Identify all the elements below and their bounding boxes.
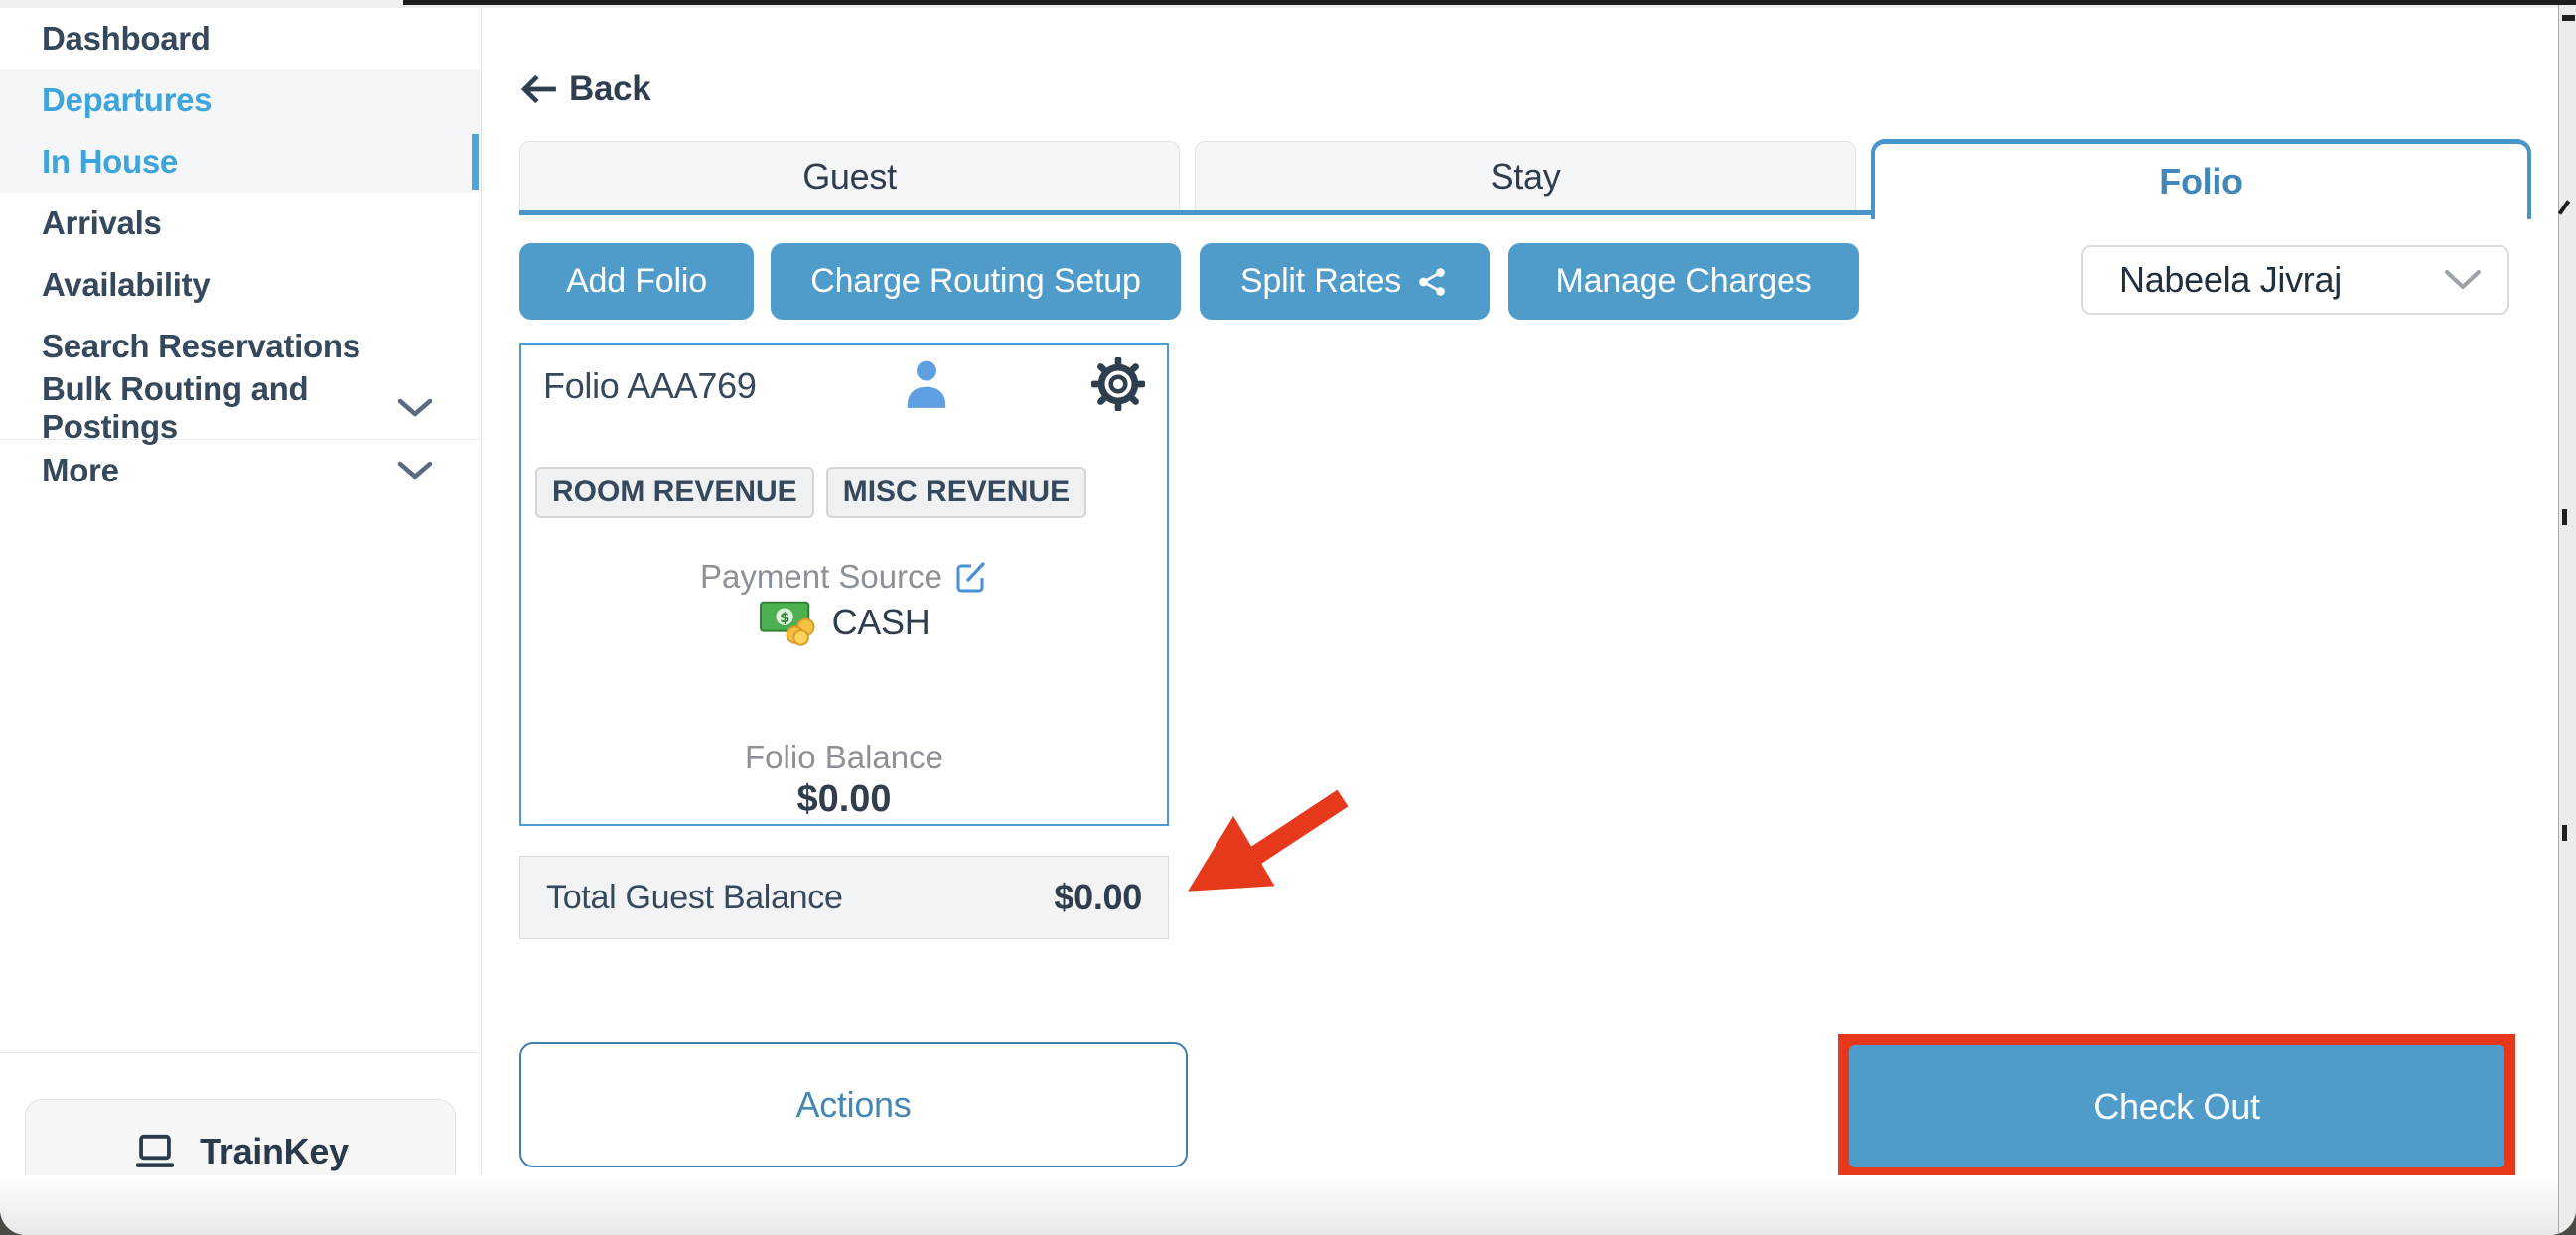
misc-revenue-badge: MISC REVENUE: [826, 467, 1086, 518]
guest-selector-value: Nabeela Jivraj: [2119, 259, 2342, 301]
button-label: Actions: [796, 1084, 912, 1126]
sidebar-item-label: Availability: [42, 266, 210, 304]
svg-text:$: $: [780, 611, 789, 626]
sidebar-item-label: Search Reservations: [42, 328, 360, 365]
chevron-down-icon: [397, 398, 433, 418]
clipped-content-fragment: [2558, 200, 2570, 214]
tab-guest[interactable]: Guest: [519, 141, 1180, 210]
payment-source-value-row: $ CASH: [521, 598, 1167, 647]
manage-charges-button[interactable]: Manage Charges: [1508, 243, 1859, 320]
sidebar-item-bulk-routing[interactable]: Bulk Routing and Postings: [0, 377, 481, 439]
revenue-badges: ROOM REVENUE MISC REVENUE: [535, 467, 1086, 518]
app-window: Dashboard Departures In House Arrivals A…: [0, 0, 2576, 1235]
sidebar-item-in-house[interactable]: In House: [0, 131, 481, 193]
gear-icon[interactable]: [1091, 357, 1145, 411]
laptop-icon: [132, 1133, 178, 1170]
button-label: Check Out: [2093, 1086, 2259, 1127]
button-label: Add Folio: [566, 262, 707, 301]
sidebar-item-label: In House: [42, 143, 178, 181]
window-bottom-edge: [0, 1175, 2576, 1235]
tab-label: Guest: [802, 156, 897, 198]
folio-balance-label: Folio Balance: [521, 739, 1167, 776]
tab-label: Folio: [2159, 161, 2242, 203]
sidebar-item-label: Arrivals: [42, 205, 162, 242]
check-out-button[interactable]: Check Out: [1849, 1045, 2504, 1167]
sidebar-item-label: Dashboard: [42, 20, 211, 58]
tab-underline: [519, 210, 1871, 215]
sidebar: Dashboard Departures In House Arrivals A…: [0, 8, 482, 1177]
clipped-content-fragment: [2562, 509, 2567, 525]
content-top-edge: [403, 0, 2576, 5]
annotation-arrow: [1172, 766, 1370, 920]
sidebar-item-search-reservations[interactable]: Search Reservations: [0, 316, 481, 377]
back-button[interactable]: Back: [519, 69, 650, 109]
button-label: Split Rates: [1240, 262, 1401, 301]
cash-money-icon: $: [759, 598, 816, 647]
actions-button[interactable]: Actions: [519, 1042, 1188, 1167]
guest-selector-dropdown[interactable]: Nabeela Jivraj: [2081, 245, 2509, 315]
tab-bar: Guest Stay Folio: [519, 139, 2531, 219]
chevron-down-icon: [2444, 269, 2482, 291]
charge-routing-setup-button[interactable]: Charge Routing Setup: [771, 243, 1181, 320]
right-edge-strip: [2558, 5, 2576, 1235]
chevron-down-icon: [397, 461, 433, 480]
tab-stay[interactable]: Stay: [1195, 141, 1856, 210]
edit-icon[interactable]: [954, 560, 988, 594]
folio-card: Folio AAA769: [519, 343, 1169, 826]
folio-card-header: Folio AAA769: [521, 345, 1167, 425]
share-icon: [1415, 265, 1449, 299]
back-arrow-icon: [519, 73, 559, 105]
sidebar-item-availability[interactable]: Availability: [0, 254, 481, 316]
active-indicator-bar: [472, 134, 479, 190]
annotation-highlight-frame: Check Out: [1838, 1034, 2515, 1178]
total-guest-balance-row: Total Guest Balance $0.00: [519, 856, 1169, 939]
sidebar-item-label: More: [42, 452, 119, 489]
total-guest-balance-value: $0.00: [1054, 877, 1142, 918]
sidebar-item-label: Departures: [42, 81, 212, 119]
add-folio-button[interactable]: Add Folio: [519, 243, 754, 320]
sidebar-item-label: Bulk Routing and Postings: [42, 370, 397, 446]
split-rates-button[interactable]: Split Rates: [1200, 243, 1490, 320]
sidebar-item-dashboard[interactable]: Dashboard: [0, 8, 481, 69]
tab-folio[interactable]: Folio: [1871, 139, 2531, 219]
sidebar-item-arrivals[interactable]: Arrivals: [0, 193, 481, 254]
total-guest-balance-label: Total Guest Balance: [546, 879, 843, 917]
payment-source-label: Payment Source: [700, 558, 942, 596]
clipped-content-fragment: [2562, 825, 2567, 841]
sidebar-footer-divider: [0, 1052, 481, 1053]
trainkey-label: TrainKey: [200, 1131, 349, 1172]
guest-person-icon[interactable]: [904, 357, 949, 409]
room-revenue-badge: ROOM REVENUE: [535, 467, 814, 518]
sidebar-item-more[interactable]: More: [0, 440, 481, 501]
tab-label: Stay: [1491, 156, 1561, 198]
button-label: Charge Routing Setup: [810, 262, 1140, 301]
folio-balance-value: $0.00: [521, 778, 1167, 821]
clipped-content-fragment: [2562, 15, 2575, 21]
sidebar-item-departures[interactable]: Departures: [0, 69, 481, 131]
payment-source-row: Payment Source: [521, 558, 1167, 596]
folio-title: Folio AAA769: [543, 365, 757, 407]
button-label: Manage Charges: [1555, 262, 1811, 301]
payment-source-value: CASH: [832, 602, 930, 643]
back-label: Back: [569, 69, 650, 109]
